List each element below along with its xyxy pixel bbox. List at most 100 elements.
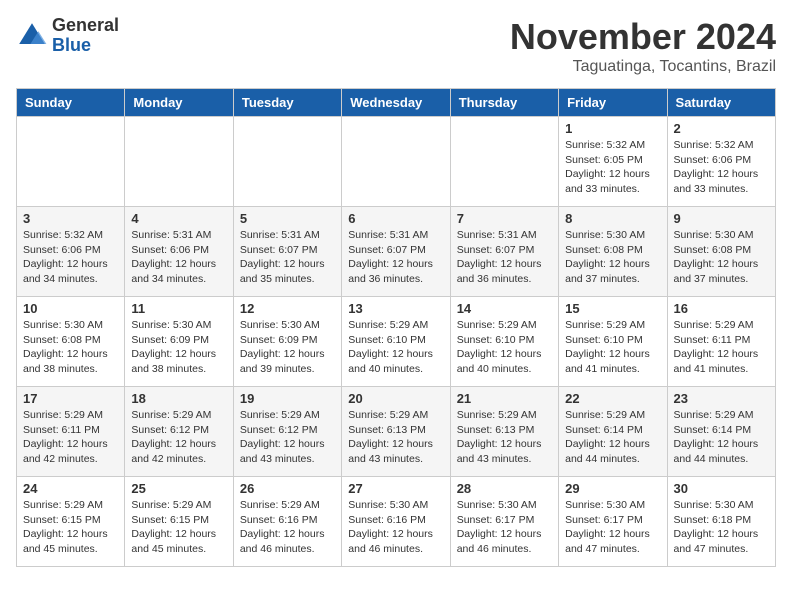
calendar-cell: 6 Sunrise: 5:31 AM Sunset: 6:07 PM Daylig… [342, 207, 450, 297]
calendar-cell: 3 Sunrise: 5:32 AM Sunset: 6:06 PM Daylig… [17, 207, 125, 297]
calendar-cell: 2 Sunrise: 5:32 AM Sunset: 6:06 PM Daylig… [667, 117, 775, 207]
day-number: 29 [565, 481, 660, 496]
calendar-cell: 26 Sunrise: 5:29 AM Sunset: 6:16 PM Dayli… [233, 477, 341, 567]
day-info: Sunrise: 5:30 AM Sunset: 6:17 PM Dayligh… [565, 498, 660, 557]
day-info: Sunrise: 5:31 AM Sunset: 6:07 PM Dayligh… [240, 228, 335, 287]
weekday-header-row: SundayMondayTuesdayWednesdayThursdayFrid… [17, 89, 776, 117]
calendar-cell: 1Sunrise: 5:32 AM Sunset: 6:05 PM Daylig… [559, 117, 667, 207]
calendar-cell: 8 Sunrise: 5:30 AM Sunset: 6:08 PM Daylig… [559, 207, 667, 297]
day-info: Sunrise: 5:32 AM Sunset: 6:06 PM Dayligh… [23, 228, 118, 287]
day-info: Sunrise: 5:31 AM Sunset: 6:06 PM Dayligh… [131, 228, 226, 287]
day-number: 30 [674, 481, 769, 496]
calendar-cell: 17 Sunrise: 5:29 AM Sunset: 6:11 PM Dayli… [17, 387, 125, 477]
day-info: Sunrise: 5:30 AM Sunset: 6:16 PM Dayligh… [348, 498, 443, 557]
day-info: Sunrise: 5:29 AM Sunset: 6:12 PM Dayligh… [131, 408, 226, 467]
day-number: 15 [565, 301, 660, 316]
day-number: 14 [457, 301, 552, 316]
day-number: 11 [131, 301, 226, 316]
weekday-header-tuesday: Tuesday [233, 89, 341, 117]
day-info: Sunrise: 5:29 AM Sunset: 6:11 PM Dayligh… [23, 408, 118, 467]
logo-general: General [52, 16, 119, 36]
day-number: 21 [457, 391, 552, 406]
calendar-cell: 27 Sunrise: 5:30 AM Sunset: 6:16 PM Dayli… [342, 477, 450, 567]
day-number: 3 [23, 211, 118, 226]
day-info: Sunrise: 5:31 AM Sunset: 6:07 PM Dayligh… [348, 228, 443, 287]
calendar-cell: 23Sunrise: 5:29 AM Sunset: 6:14 PM Dayli… [667, 387, 775, 477]
calendar-cell: 21 Sunrise: 5:29 AM Sunset: 6:13 PM Dayli… [450, 387, 558, 477]
calendar-cell: 29 Sunrise: 5:30 AM Sunset: 6:17 PM Dayli… [559, 477, 667, 567]
day-number: 20 [348, 391, 443, 406]
day-number: 25 [131, 481, 226, 496]
day-number: 10 [23, 301, 118, 316]
calendar-cell: 16Sunrise: 5:29 AM Sunset: 6:11 PM Dayli… [667, 297, 775, 387]
calendar-cell: 12Sunrise: 5:30 AM Sunset: 6:09 PM Dayli… [233, 297, 341, 387]
day-info: Sunrise: 5:29 AM Sunset: 6:10 PM Dayligh… [565, 318, 660, 377]
day-number: 4 [131, 211, 226, 226]
day-info: Sunrise: 5:29 AM Sunset: 6:10 PM Dayligh… [348, 318, 443, 377]
calendar-cell: 20 Sunrise: 5:29 AM Sunset: 6:13 PM Dayli… [342, 387, 450, 477]
day-number: 26 [240, 481, 335, 496]
calendar-cell [233, 117, 341, 207]
calendar-cell [450, 117, 558, 207]
calendar-cell: 10 Sunrise: 5:30 AM Sunset: 6:08 PM Dayli… [17, 297, 125, 387]
day-number: 19 [240, 391, 335, 406]
day-info: Sunrise: 5:29 AM Sunset: 6:15 PM Dayligh… [131, 498, 226, 557]
calendar-cell: 15 Sunrise: 5:29 AM Sunset: 6:10 PM Dayli… [559, 297, 667, 387]
week-row-2: 3 Sunrise: 5:32 AM Sunset: 6:06 PM Daylig… [17, 207, 776, 297]
calendar-cell [342, 117, 450, 207]
day-info: Sunrise: 5:31 AM Sunset: 6:07 PM Dayligh… [457, 228, 552, 287]
calendar-cell: 14 Sunrise: 5:29 AM Sunset: 6:10 PM Dayli… [450, 297, 558, 387]
week-row-5: 24 Sunrise: 5:29 AM Sunset: 6:15 PM Dayli… [17, 477, 776, 567]
logo-icon [16, 20, 48, 52]
month-title: November 2024 [510, 16, 776, 58]
weekday-header-wednesday: Wednesday [342, 89, 450, 117]
day-number: 27 [348, 481, 443, 496]
week-row-1: 1Sunrise: 5:32 AM Sunset: 6:05 PM Daylig… [17, 117, 776, 207]
calendar-cell: 28 Sunrise: 5:30 AM Sunset: 6:17 PM Dayli… [450, 477, 558, 567]
day-number: 23 [674, 391, 769, 406]
day-info: Sunrise: 5:30 AM Sunset: 6:09 PM Dayligh… [131, 318, 226, 377]
title-section: November 2024 Taguatinga, Tocantins, Bra… [510, 16, 776, 76]
calendar-cell [125, 117, 233, 207]
calendar-cell: 25 Sunrise: 5:29 AM Sunset: 6:15 PM Dayli… [125, 477, 233, 567]
day-number: 1 [565, 121, 660, 136]
calendar-cell: 18Sunrise: 5:29 AM Sunset: 6:12 PM Dayli… [125, 387, 233, 477]
page-header: General Blue November 2024 Taguatinga, T… [16, 16, 776, 76]
day-number: 17 [23, 391, 118, 406]
weekday-header-thursday: Thursday [450, 89, 558, 117]
logo: General Blue [16, 16, 119, 56]
day-number: 16 [674, 301, 769, 316]
day-number: 24 [23, 481, 118, 496]
day-info: Sunrise: 5:30 AM Sunset: 6:18 PM Dayligh… [674, 498, 769, 557]
calendar-table: SundayMondayTuesdayWednesdayThursdayFrid… [16, 88, 776, 567]
day-info: Sunrise: 5:30 AM Sunset: 6:08 PM Dayligh… [23, 318, 118, 377]
day-info: Sunrise: 5:29 AM Sunset: 6:13 PM Dayligh… [348, 408, 443, 467]
calendar-cell: 24 Sunrise: 5:29 AM Sunset: 6:15 PM Dayli… [17, 477, 125, 567]
day-info: Sunrise: 5:32 AM Sunset: 6:06 PM Dayligh… [674, 138, 769, 197]
logo-blue: Blue [52, 36, 119, 56]
day-info: Sunrise: 5:29 AM Sunset: 6:12 PM Dayligh… [240, 408, 335, 467]
day-number: 6 [348, 211, 443, 226]
day-info: Sunrise: 5:29 AM Sunset: 6:13 PM Dayligh… [457, 408, 552, 467]
day-info: Sunrise: 5:30 AM Sunset: 6:09 PM Dayligh… [240, 318, 335, 377]
day-number: 2 [674, 121, 769, 136]
week-row-3: 10 Sunrise: 5:30 AM Sunset: 6:08 PM Dayli… [17, 297, 776, 387]
week-row-4: 17 Sunrise: 5:29 AM Sunset: 6:11 PM Dayli… [17, 387, 776, 477]
day-info: Sunrise: 5:29 AM Sunset: 6:10 PM Dayligh… [457, 318, 552, 377]
calendar-cell: 7Sunrise: 5:31 AM Sunset: 6:07 PM Daylig… [450, 207, 558, 297]
location-title: Taguatinga, Tocantins, Brazil [510, 58, 776, 76]
day-info: Sunrise: 5:30 AM Sunset: 6:08 PM Dayligh… [674, 228, 769, 287]
day-number: 22 [565, 391, 660, 406]
day-number: 28 [457, 481, 552, 496]
day-info: Sunrise: 5:30 AM Sunset: 6:17 PM Dayligh… [457, 498, 552, 557]
logo-text: General Blue [52, 16, 119, 56]
calendar-cell: 13Sunrise: 5:29 AM Sunset: 6:10 PM Dayli… [342, 297, 450, 387]
day-info: Sunrise: 5:30 AM Sunset: 6:08 PM Dayligh… [565, 228, 660, 287]
calendar-cell: 4 Sunrise: 5:31 AM Sunset: 6:06 PM Daylig… [125, 207, 233, 297]
calendar-cell: 19 Sunrise: 5:29 AM Sunset: 6:12 PM Dayli… [233, 387, 341, 477]
day-number: 8 [565, 211, 660, 226]
calendar-cell [17, 117, 125, 207]
day-info: Sunrise: 5:29 AM Sunset: 6:16 PM Dayligh… [240, 498, 335, 557]
calendar-cell: 5Sunrise: 5:31 AM Sunset: 6:07 PM Daylig… [233, 207, 341, 297]
day-info: Sunrise: 5:29 AM Sunset: 6:15 PM Dayligh… [23, 498, 118, 557]
